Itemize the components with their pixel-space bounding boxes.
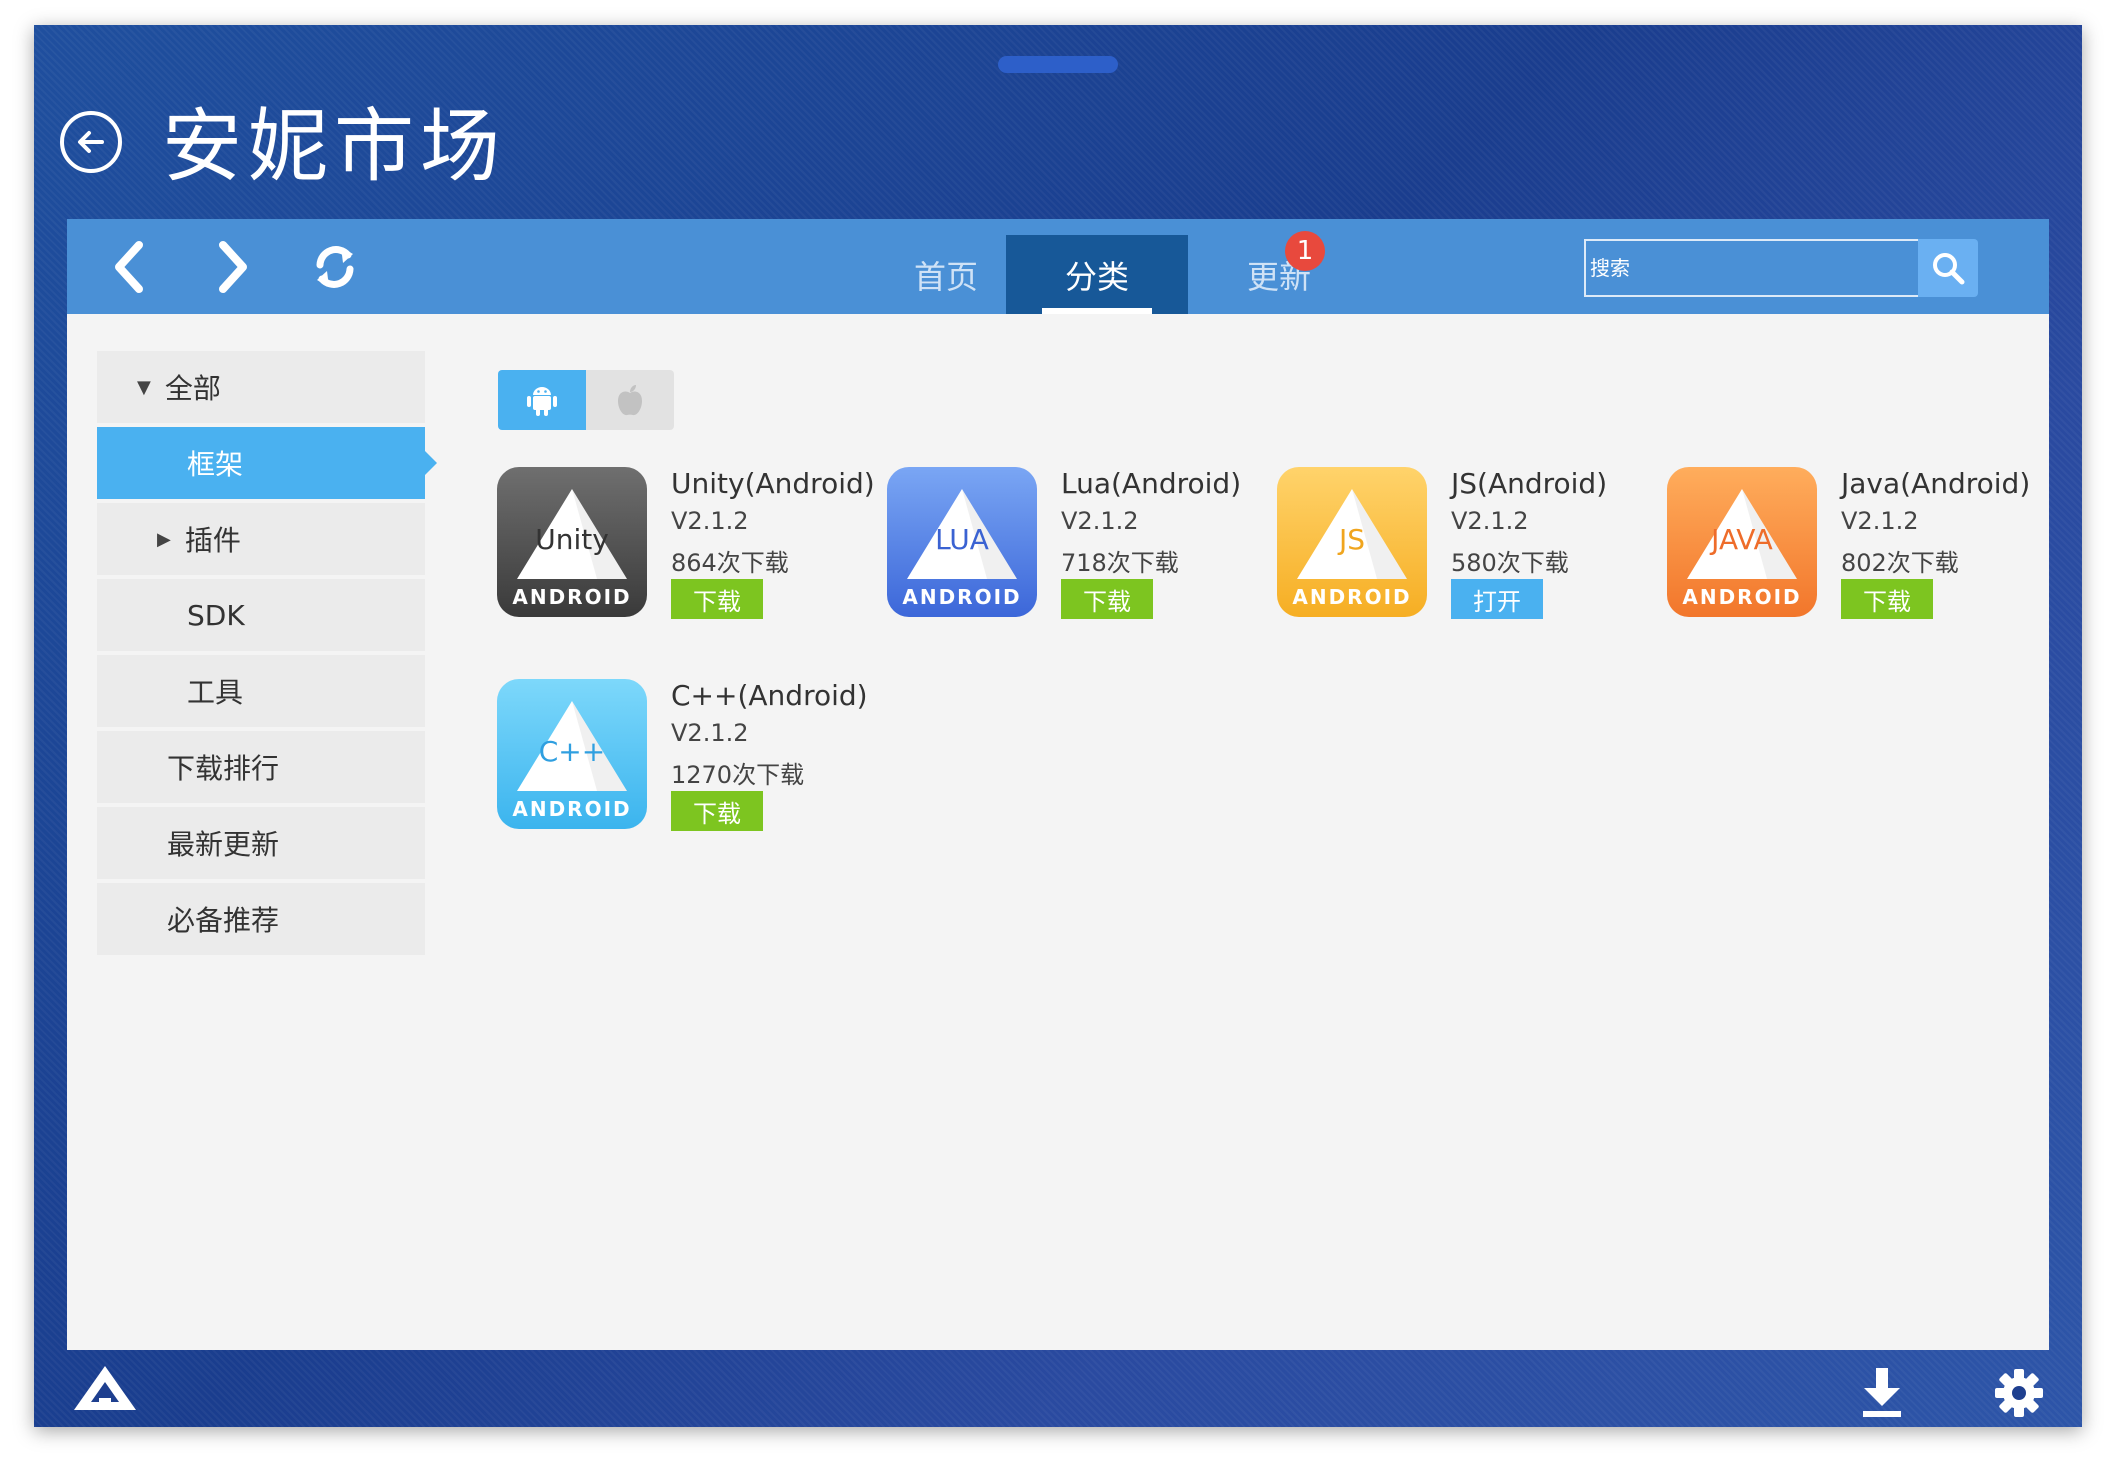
sidebar-item-label: 最新更新 [167,828,280,861]
app-icon-android-text: ANDROID [512,797,631,821]
app-icon-label: C++ [539,735,605,768]
app-icon[interactable]: JS ANDROID [1277,467,1427,617]
bottom-bar [34,1350,2082,1427]
sidebar-item-label: 插件 [184,524,241,557]
app-icon-label: JAVA [1709,523,1773,556]
sidebar-item-essential[interactable]: 必备推荐 [97,883,425,955]
app-name: Lua(Android) [1061,467,1242,500]
back-button[interactable] [60,111,122,173]
chevron-right-icon [219,241,247,293]
android-filter-button[interactable] [498,370,586,430]
app-icon[interactable]: LUA ANDROID [887,467,1037,617]
download-button[interactable]: 下载 [1061,579,1153,619]
app-icon[interactable]: Unity ANDROID [497,467,647,617]
app-download-count: 580次下载 [1451,549,1569,577]
app-download-count: 864次下载 [671,549,789,577]
refresh-button[interactable] [307,239,363,295]
app-window: 安妮市场 首页 分类 更新 1 搜索 ▼ 全部 框架 ▶ 插件 SDK 工具 下… [34,25,2082,1427]
app-version: V2.1.2 [1451,507,1529,535]
app-name: Unity(Android) [671,467,875,500]
platform-toggle [498,370,674,430]
tab-updates[interactable]: 更新 [1188,235,1370,314]
app-icon[interactable]: C++ ANDROID [497,679,647,829]
app-card[interactable]: LUA ANDROID Lua(Android) V2.1.2 718次下载 下载 [887,467,1267,627]
sidebar-item-tools[interactable]: 工具 [97,655,425,727]
caret-right-icon: ▶ [157,528,171,550]
drag-handle[interactable] [998,56,1118,73]
app-title: 安妮市场 [162,100,506,193]
app-icon-android-text: ANDROID [902,585,1021,609]
nav-forward-button[interactable] [205,239,261,295]
app-icon-android-text: ANDROID [1682,585,1801,609]
sidebar-item-framework[interactable]: 框架 [97,427,437,499]
app-name: C++(Android) [671,679,868,712]
sidebar-item-label: 必备推荐 [167,904,280,937]
sidebar-item-label: 全部 [164,372,221,405]
app-download-count: 1270次下载 [671,761,805,789]
refresh-icon [316,246,354,288]
settings-button[interactable] [1994,1366,2044,1420]
sidebar-item-plugins[interactable]: ▶ 插件 [97,503,425,575]
sidebar-item-latest-updates[interactable]: 最新更新 [97,807,425,879]
search-icon [1933,253,1965,285]
app-name: JS(Android) [1451,467,1608,500]
category-sidebar: ▼ 全部 框架 ▶ 插件 SDK 工具 下载排行 最新更新 必备推荐 [97,351,437,959]
sidebar-item-label: 下载排行 [167,752,280,785]
search-button[interactable] [1918,239,1978,297]
app-version: V2.1.2 [671,507,749,535]
app-card[interactable]: C++ ANDROID C++(Android) V2.1.2 1270次下载 下载 [497,679,877,839]
download-button[interactable]: 下载 [1841,579,1933,619]
app-download-count: 802次下载 [1841,549,1959,577]
nav-back-button[interactable] [101,239,157,295]
app-name: Java(Android) [1841,467,2031,500]
gear-icon [1995,1369,2043,1417]
app-icon-android-text: ANDROID [512,585,631,609]
tab-category[interactable]: 分类 [1006,235,1188,314]
arrow-left-circle-icon [78,131,104,153]
app-icon-label: LUA [935,523,989,556]
sidebar-item-label: 工具 [187,676,244,709]
sidebar-item-download-ranking[interactable]: 下载排行 [97,731,425,803]
update-count-badge: 1 [1285,231,1325,271]
search-input[interactable] [1584,239,1920,297]
app-version: V2.1.2 [1061,507,1139,535]
app-version: V2.1.2 [671,719,749,747]
download-button[interactable]: 下载 [671,579,763,619]
download-button[interactable]: 下载 [671,791,763,831]
main-panel: 首页 分类 更新 1 ▼ 全部 框架 ▶ 插件 [67,219,2049,1350]
app-icon[interactable]: JAVA ANDROID [1667,467,1817,617]
ios-filter-button[interactable] [586,370,674,430]
app-download-count: 718次下载 [1061,549,1179,577]
chevron-left-icon [115,241,143,293]
open-button[interactable]: 打开 [1451,579,1543,619]
app-card[interactable]: JS ANDROID JS(Android) V2.1.2 580次下载 打开 [1277,467,1657,627]
sidebar-item-label: SDK [187,598,245,632]
android-icon [527,387,557,416]
app-card[interactable]: JAVA ANDROID Java(Android) V2.1.2 802次下载 下载 [1667,467,2047,627]
app-icon-label: Unity [535,523,609,556]
apple-icon [618,385,642,416]
sidebar-item-label: 框架 [187,448,244,481]
sidebar-item-all[interactable]: ▼ 全部 [97,351,425,423]
app-icon-android-text: ANDROID [1292,585,1411,609]
anysdk-logo-icon[interactable] [74,1366,136,1414]
app-version: V2.1.2 [1841,507,1919,535]
downloads-button[interactable] [1857,1366,1907,1420]
app-card[interactable]: Unity ANDROID Unity(Android) V2.1.2 864次下载 下载 [497,467,877,627]
download-icon [1863,1368,1901,1417]
app-icon-label: JS [1337,523,1365,556]
toolbar: 首页 分类 更新 1 [67,219,2049,314]
sidebar-item-sdk[interactable]: SDK [97,579,425,651]
caret-down-icon: ▼ [137,376,151,398]
